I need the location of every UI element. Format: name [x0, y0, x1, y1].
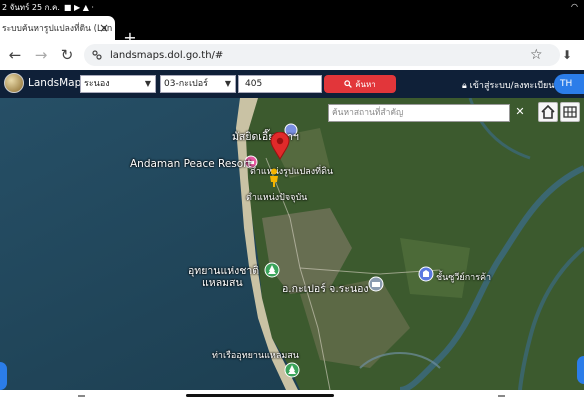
address-bar[interactable]: landsmaps.dol.go.th/# [84, 44, 560, 66]
device-status-bar: 2 จันทร์ 25 ก.ค. ■ ▶ ▲ · ◠ [0, 0, 584, 14]
province-select[interactable]: ระนอง ▼ [80, 75, 156, 93]
parcel-number-input[interactable]: 405 [238, 75, 322, 93]
grid-icon [563, 106, 577, 118]
browser-toolbar: ← → ↻ landsmaps.dol.go.th/# ☆ ⬇ [0, 40, 584, 70]
bottom-scroll-mark [78, 395, 85, 397]
right-panel-toggle[interactable] [577, 356, 584, 384]
district-value: 03-กะเปอร์ [164, 79, 209, 89]
browser-tab[interactable]: ระบบค้นหารูปแปลงที่ดิน (Lan × [0, 16, 115, 40]
district-office-marker-icon[interactable] [368, 276, 384, 296]
left-panel-toggle[interactable] [0, 362, 7, 390]
browser-tab-strip: ระบบค้นหารูปแปลงที่ดิน (Lan × + [0, 14, 584, 46]
plantation-label: ชั้นซูวีย์การค้า [436, 273, 492, 283]
forward-icon[interactable]: → [32, 46, 50, 64]
park-marker-icon[interactable] [264, 262, 280, 282]
resort-label: Andaman Peace Resort [130, 158, 252, 170]
satellite-map[interactable]: ค้นหาสถานที่สำคัญ ✕ มัสยิดเอี๊ยะซาฯ Anda… [0, 98, 584, 390]
pier-marker-icon[interactable] [284, 362, 300, 382]
parcel-pin-icon[interactable] [270, 131, 290, 164]
back-icon[interactable]: ← [6, 46, 24, 64]
plantation-marker-icon[interactable] [418, 266, 434, 286]
district-office-label: อ.กะเปอร์ จ.ระนอง [282, 283, 369, 295]
layers-button[interactable] [560, 102, 580, 122]
district-select[interactable]: 03-กะเปอร์ ▼ [160, 75, 236, 93]
tab-title: ระบบค้นหารูปแปลงที่ดิน (Lan [2, 24, 113, 34]
user-location-icon[interactable] [268, 168, 280, 192]
province-value: ระนอง [84, 79, 110, 89]
wifi-icon: ◠ [571, 2, 578, 11]
language-toggle[interactable]: TH [554, 74, 584, 94]
place-search-input[interactable]: ค้นหาสถานที่สำคัญ [328, 104, 510, 122]
download-icon[interactable]: ⬇ [562, 48, 576, 62]
tune-icon [92, 50, 102, 60]
search-icon [344, 80, 353, 88]
home-view-button[interactable] [538, 102, 558, 122]
pier-label: ท่าเรืออุทยานแหลมสน [212, 351, 299, 361]
parcel-location-label: ตำแหน่งรูปแปลงที่ดิน [250, 167, 334, 177]
park-label-line2: แหลมสน [202, 277, 243, 289]
bookmark-star-icon[interactable]: ☆ [530, 48, 544, 62]
notification-icons: ■ ▶ ▲ · [63, 2, 94, 12]
url-text: landsmaps.dol.go.th/# [110, 49, 224, 61]
reload-icon[interactable]: ↻ [58, 46, 76, 64]
login-label: เข้าสู่ระบบ/ลงทะเบียน [469, 81, 555, 91]
status-time: 2 จันทร์ 25 ก.ค. [2, 2, 60, 12]
dol-logo [4, 73, 24, 93]
login-link[interactable]: 🔒︎ เข้าสู่ระบบ/ลงทะเบียน [462, 78, 554, 92]
home-indicator[interactable] [186, 394, 334, 397]
home-icon [541, 104, 555, 119]
search-button-label: ค้นหา [355, 79, 376, 89]
user-location-label: ตำแหน่งปัจจุบัน [246, 193, 308, 203]
search-button[interactable]: ค้นหา [324, 75, 396, 93]
chevron-down-icon: ▼ [144, 79, 151, 88]
lock-icon: 🔒︎ [462, 81, 467, 91]
chevron-down-icon: ▼ [224, 79, 231, 88]
tab-close-icon[interactable]: × [99, 21, 109, 35]
app-header: LandsMaps ระนอง ▼ 03-กะเปอร์ ▼ 405 ค้นหา… [0, 70, 584, 98]
app-brand: LandsMaps [28, 77, 87, 89]
close-icon[interactable]: ✕ [514, 106, 526, 118]
bottom-scroll-mark [498, 395, 505, 397]
